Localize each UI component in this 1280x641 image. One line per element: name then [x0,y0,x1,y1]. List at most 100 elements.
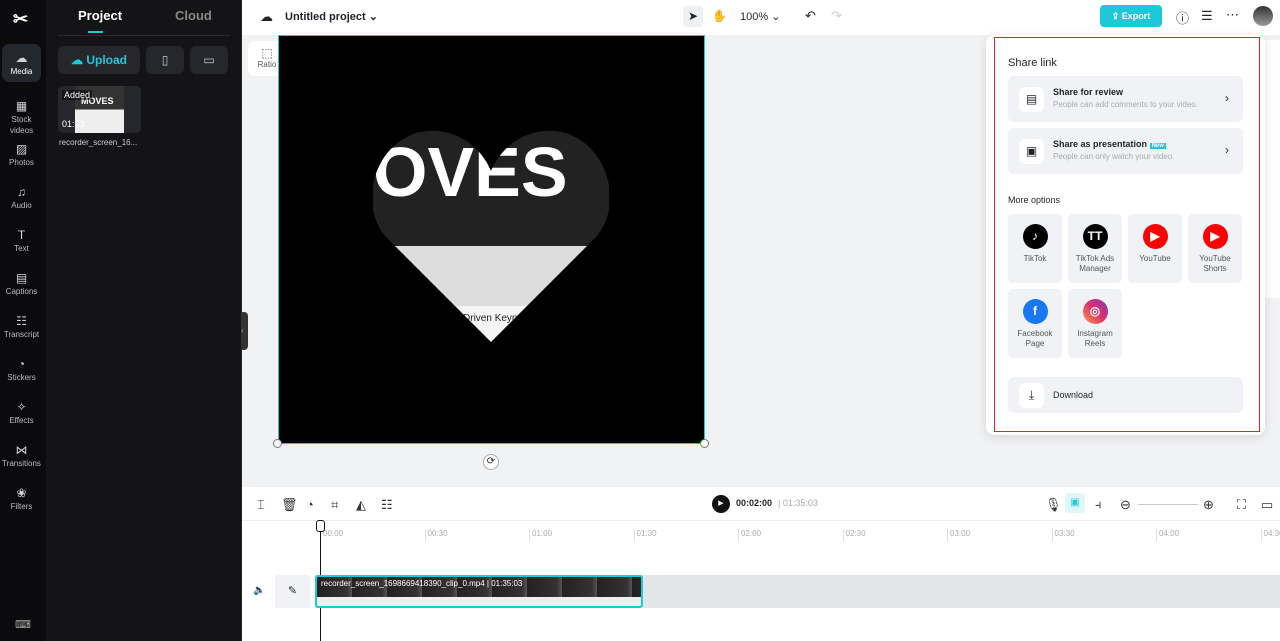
added-badge: Added [62,90,93,100]
playhead-handle[interactable] [316,520,325,532]
time-tick: 01:30 [633,529,657,541]
option-label: Facebook Page [1017,329,1053,348]
resize-handle[interactable] [700,439,709,448]
zoom-select[interactable]: 100% ⌄ [740,10,780,23]
new-badge: New [1149,143,1166,149]
time-tick: 03:30 [1051,529,1075,541]
speed-icon[interactable]: ◔ [306,497,314,512]
share-as-presentation-button[interactable]: ▣ Share as presentation New People can o… [1008,128,1243,174]
zoom-slider[interactable] [1138,504,1198,505]
delete-icon[interactable]: 🗑 [281,497,298,513]
nav-item-stickers[interactable]: ◔ Stickers [2,350,41,386]
nav-item-audio[interactable]: ♫ Audio [2,178,41,214]
nav-item-effects[interactable]: ✧ Effects [2,393,41,429]
undo-icon[interactable]: ↶ [805,8,816,24]
time-tick: 03:00 [947,529,970,541]
review-desc: People can add comments to your video. [1053,100,1198,109]
chevron-right-icon: › [1225,91,1229,105]
split-icon[interactable]: ⌶ [257,497,265,513]
avatar[interactable] [1253,6,1273,26]
share-option-facebook-page[interactable]: f Facebook Page [1008,289,1062,358]
select-tool-icon[interactable]: ➤ [683,6,703,27]
video-preview[interactable]: OVES ur- 2019 Driven Keynote [278,35,705,444]
resize-handle[interactable] [273,439,282,448]
clip-frames [317,597,641,606]
crop-icon[interactable]: ⌗ [331,497,338,513]
facebook-icon: f [1022,299,1048,324]
help-icon[interactable]: ⓘ [1176,8,1189,27]
transcript-edit-icon[interactable]: ☷ [381,497,393,513]
option-label: YouTube [1139,254,1171,263]
share-for-review-button[interactable]: ▤ Share for review People can add commen… [1008,76,1243,122]
media-name: recorder_screen_16... [59,138,138,147]
project-name: Untitled project [285,11,366,23]
nav-item-text[interactable]: T Text [2,221,41,257]
project-title[interactable]: Untitled project ⌄ [285,10,378,23]
time-tick: 02:00 [738,529,761,541]
fullscreen-icon[interactable]: ⛶ [1237,497,1246,513]
option-label: Instagram Reels [1077,329,1113,348]
nav-label: Filters [10,502,33,511]
keyboard-icon[interactable]: ⌨ [15,618,31,631]
effects-icon: ✧ [16,400,27,414]
nav-label: Audio [11,201,32,210]
current-time: 00:02:00 [736,498,773,508]
share-option-tiktok[interactable]: ♪ TikTok [1008,214,1062,283]
record-button[interactable]: ▭ [190,46,228,74]
cover-edit-button[interactable]: ✎ [275,575,310,608]
nav-item-stock-videos[interactable]: ▦ Stock videos [2,92,41,135]
nav-item-filters[interactable]: ❀ Filters [2,479,41,515]
video-clip[interactable]: recorder_screen_1698669418390_clip_0.mp4… [315,575,643,608]
share-link-heading: Share link [1008,57,1057,69]
tab-indicator [88,31,103,33]
nav-item-photos[interactable]: ▨ Photos [2,135,41,171]
nav-item-captions[interactable]: ▤ Captions [2,264,41,300]
capcut-logo: ✂ [13,9,29,29]
download-button[interactable]: ⤓ Download [1008,377,1243,413]
nav-item-media[interactable]: ☁ Media [2,44,41,82]
heart-masked-video: OVES ur- 2019 Driven Keynote [373,130,609,342]
auto-snap-button[interactable]: ▣ [1065,493,1085,513]
instagram-icon: ◎ [1082,299,1108,324]
media-item[interactable]: MOVES Added 01:33 [58,86,141,133]
upload-button[interactable]: ☁ Upload [58,46,140,74]
upload-label: Upload [86,53,127,67]
nav-item-transcript[interactable]: ☷ Transcript [2,307,41,343]
microphone-icon[interactable]: 🎙 [1045,497,1062,513]
collapse-panel-button[interactable]: ‹ [241,312,248,350]
share-option-instagram-reels[interactable]: ◎ Instagram Reels [1068,289,1122,358]
media-panel: Project Cloud ☁ Upload ▯ ▭ MOVES Added 0… [46,0,242,641]
tab-project[interactable]: Project [78,8,122,23]
youtube-shorts-icon: ▶ [1202,224,1228,249]
split-view-icon[interactable]: ⫞ [1095,497,1102,513]
share-option-youtube-shorts[interactable]: ▶ YouTube Shorts [1188,214,1242,283]
comment-icon: ▤ [1019,87,1044,112]
nav-label: Photos [9,158,34,167]
timeline: ⌶ 🗑 ◔ ⌗ ◭ ☷ ▶ 00:02:00 | 01:35:03 🎙 ▣ ⫞ … [242,487,1280,641]
zoom-in-icon[interactable]: ⊕ [1203,497,1214,513]
text-icon: T [17,228,26,242]
zoom-out-icon[interactable]: ⊖ [1120,497,1131,513]
presentation-title: Share as presentation [1053,139,1148,149]
more-icon[interactable]: ⋯ [1226,7,1239,23]
clip-name: recorder_screen_1698669418390_clip_0.mp4 [321,579,485,588]
total-time-value: 01:35:03 [782,498,818,508]
mute-icon[interactable]: 🔈 [253,585,265,596]
rotate-handle[interactable]: ⟳ [483,454,499,470]
hand-tool-icon[interactable]: ✋ [712,9,727,23]
phone-upload-button[interactable]: ▯ [146,46,184,74]
image-icon: ▨ [15,142,28,156]
nav-item-transitions[interactable]: ⋈ Transitions [2,436,41,472]
share-option-tiktok-ads-manager[interactable]: TT TikTok Ads Manager [1068,214,1122,283]
share-dropdown: Share link ▤ Share for review People can… [986,35,1265,435]
filters-icon: ❀ [16,486,27,500]
mirror-icon[interactable]: ◭ [356,497,366,513]
play-button[interactable]: ▶ [712,495,730,513]
share-option-youtube[interactable]: ▶ YouTube [1128,214,1182,283]
layers-icon[interactable]: ☰ [1201,8,1213,24]
presentation-icon: ▣ [1019,139,1044,164]
feedback-icon[interactable]: ▭ [1261,497,1273,513]
tab-cloud[interactable]: Cloud [175,8,212,23]
export-button[interactable]: ⇪ Export [1100,5,1162,27]
redo-icon[interactable]: ↷ [831,8,842,24]
